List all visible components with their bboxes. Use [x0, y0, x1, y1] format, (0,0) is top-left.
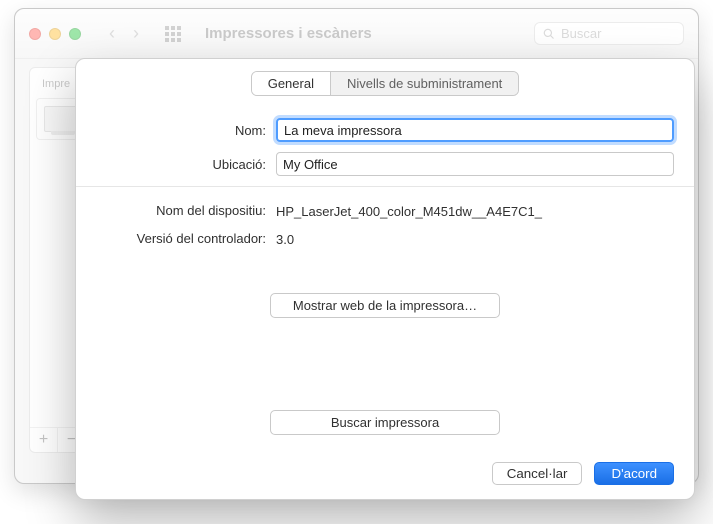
- show-printer-web-button[interactable]: Mostrar web de la impressora…: [270, 293, 500, 318]
- location-label: Ubicació:: [96, 157, 276, 172]
- titlebar: ‹ › Impressores i escàners Buscar: [15, 9, 698, 59]
- search-field[interactable]: Buscar: [534, 22, 684, 45]
- driver-version-label: Versió del controlador:: [96, 231, 276, 246]
- separator: [76, 186, 694, 187]
- tab-bar: General Nivells de subministrament: [96, 71, 674, 96]
- cancel-button[interactable]: Cancel·lar: [492, 462, 583, 485]
- window-controls: [29, 28, 81, 40]
- window-title: Impressores i escàners: [205, 25, 372, 42]
- device-name-value: HP_LaserJet_400_color_M451dw__A4E7C1_: [276, 201, 542, 219]
- search-placeholder: Buscar: [561, 26, 601, 41]
- add-printer-button[interactable]: +: [30, 428, 58, 452]
- search-icon: [543, 28, 555, 40]
- zoom-window-icon[interactable]: [69, 28, 81, 40]
- name-label: Nom:: [96, 123, 276, 138]
- tab-general[interactable]: General: [252, 72, 331, 95]
- general-form: Nom: Ubicació: Nom del dispositiu: HP_La…: [96, 118, 674, 435]
- printer-options-sheet: General Nivells de subministrament Nom: …: [75, 58, 695, 500]
- close-window-icon[interactable]: [29, 28, 41, 40]
- forward-icon[interactable]: ›: [127, 23, 145, 44]
- find-printer-button[interactable]: Buscar impressora: [270, 410, 500, 435]
- tab-supplies[interactable]: Nivells de subministrament: [331, 72, 518, 95]
- nav-arrows: ‹ ›: [103, 23, 145, 44]
- minimize-window-icon[interactable]: [49, 28, 61, 40]
- driver-version-value: 3.0: [276, 229, 294, 247]
- device-name-label: Nom del dispositiu:: [96, 203, 276, 218]
- dialog-buttons: Cancel·lar D'acord: [492, 462, 674, 485]
- ok-button[interactable]: D'acord: [594, 462, 674, 485]
- all-prefs-icon[interactable]: [165, 26, 181, 42]
- location-input[interactable]: [276, 152, 674, 176]
- back-icon[interactable]: ‹: [103, 23, 121, 44]
- name-input[interactable]: [276, 118, 674, 142]
